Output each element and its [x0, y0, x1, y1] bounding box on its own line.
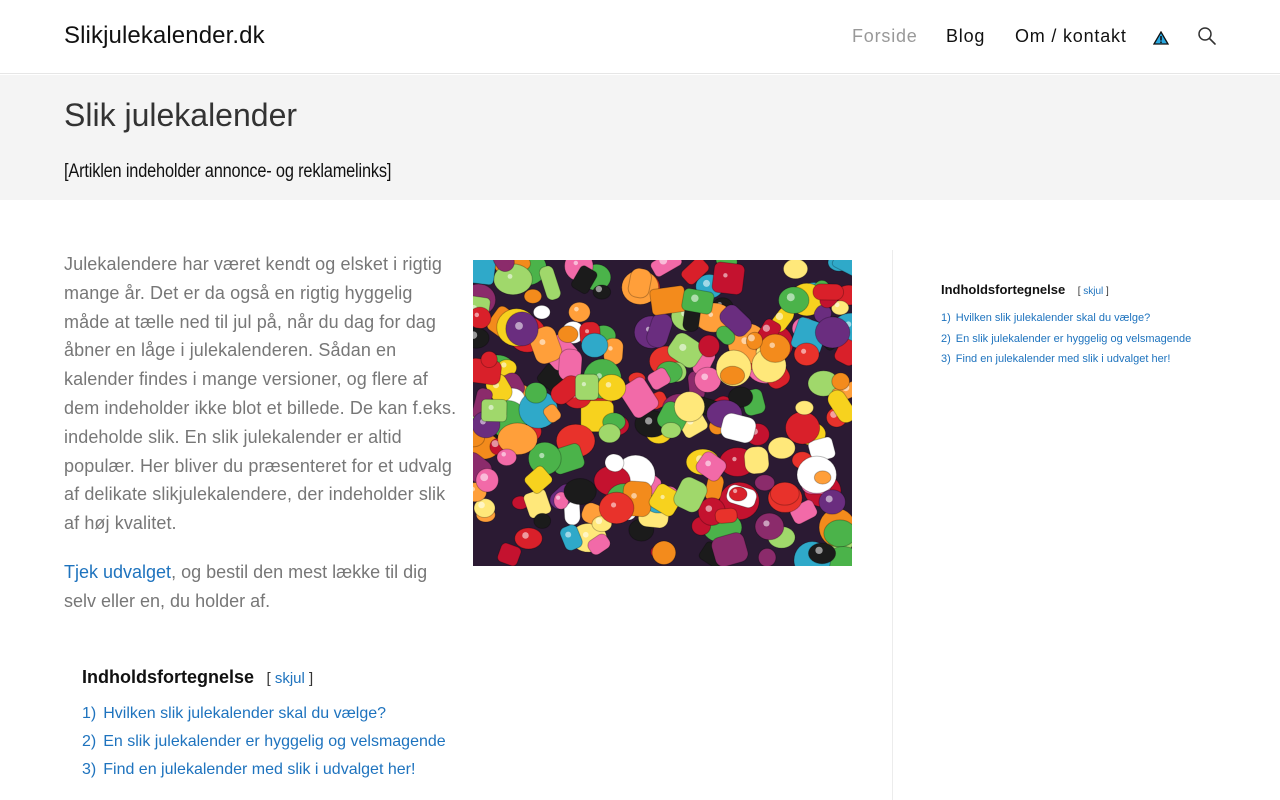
sidebar-toc-list: 1) Hvilken slik julekalender skal du vælg… [941, 309, 1201, 370]
toc-hide-link[interactable]: skjul [275, 670, 305, 687]
toc-main: Indholdsfortegnelse [ skjul ] 1) Hvilken … [82, 667, 582, 784]
site-title-link[interactable]: Slikjulekalender.dk [64, 22, 265, 50]
nav-item-home[interactable]: Forside [852, 26, 918, 47]
nav-item-blog[interactable]: Blog [946, 26, 985, 47]
sidebar-toc-hide-link[interactable]: skjul [1083, 286, 1103, 297]
ad-disclaimer: [Artiklen indeholder annonce- og reklame… [64, 161, 392, 182]
candy-image [473, 260, 852, 566]
intro-paragraph: Julekalendere har været kendt og elsket … [64, 254, 457, 534]
sidebar-toc-item[interactable]: 1) Hvilken slik julekalender skal du vælg… [941, 309, 1201, 329]
cta-paragraph: Tjek udvalget, og bestil den mest lække … [64, 558, 464, 616]
sidebar-toc-toggle: [ skjul ] [1077, 286, 1109, 297]
content-divider [892, 250, 893, 800]
sidebar-toc-title: Indholdsfortegnelse [941, 282, 1066, 297]
cta-link[interactable]: Tjek udvalget [64, 562, 171, 582]
search-icon[interactable] [1197, 26, 1217, 46]
site-header: Slikjulekalender.dk Forside Blog Om / ko… [0, 0, 1280, 74]
sidebar-toc-item[interactable]: 2) En slik julekalender er hyggelig og ve… [941, 330, 1201, 350]
sidebar-toc-item[interactable]: 3) Find en julekalender med slik i udvalg… [941, 350, 1201, 370]
toc-item[interactable]: 2) En slik julekalender er hyggelig og ve… [82, 728, 582, 756]
toc-item[interactable]: 3) Find en julekalender med slik i udvalg… [82, 756, 582, 784]
sidebar-toc: Indholdsfortegnelse [ skjul ] 1) Hvilken … [941, 281, 1201, 371]
toc-toggle: [ skjul ] [266, 670, 314, 687]
toc-list: 1) Hvilken slik julekalender skal du vælg… [82, 700, 582, 784]
page-title: Slik julekalender [64, 97, 298, 133]
page-title-band: Slik julekalender [Artiklen indeholder a… [0, 75, 1280, 200]
toc-item[interactable]: 1) Hvilken slik julekalender skal du vælg… [82, 700, 582, 728]
warning-icon[interactable] [1152, 30, 1170, 45]
nav-item-contact[interactable]: Om / kontakt [1015, 26, 1127, 47]
toc-title: Indholdsfortegnelse [82, 667, 255, 687]
